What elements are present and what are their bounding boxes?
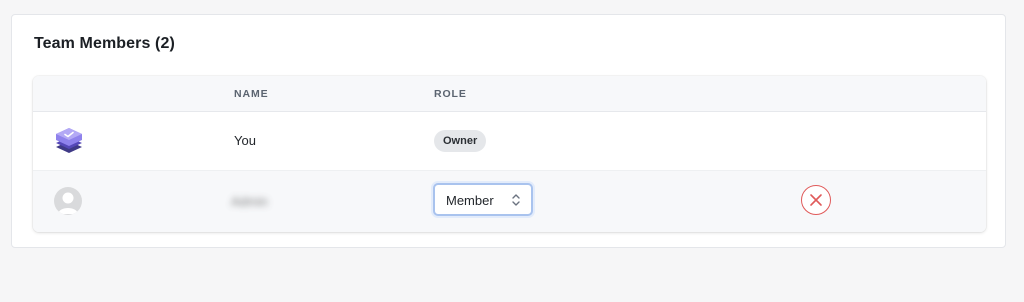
remove-member-button[interactable] — [801, 185, 831, 215]
column-header-name: NAME — [234, 88, 269, 100]
column-header-role: ROLE — [434, 88, 467, 100]
table-row: You Owner — [33, 112, 986, 171]
member-name-obscured: Admin — [231, 194, 268, 209]
section-title: Team Members (2) — [34, 35, 175, 52]
role-select[interactable]: Member — [433, 183, 533, 216]
team-members-table: NAME ROLE You Owner Admin Member — [33, 76, 986, 232]
team-members-card: Team Members (2) NAME ROLE You Owner Adm… — [11, 14, 1006, 248]
app-logo-icon — [55, 126, 83, 154]
role-select-value: Member — [446, 193, 494, 208]
table-row: Admin Member — [33, 171, 986, 232]
user-avatar-icon — [54, 187, 82, 215]
chevron-up-down-icon — [511, 192, 521, 208]
member-name: You — [234, 133, 256, 148]
close-icon — [810, 194, 822, 206]
table-header: NAME ROLE — [33, 76, 986, 112]
role-badge: Owner — [434, 130, 487, 152]
